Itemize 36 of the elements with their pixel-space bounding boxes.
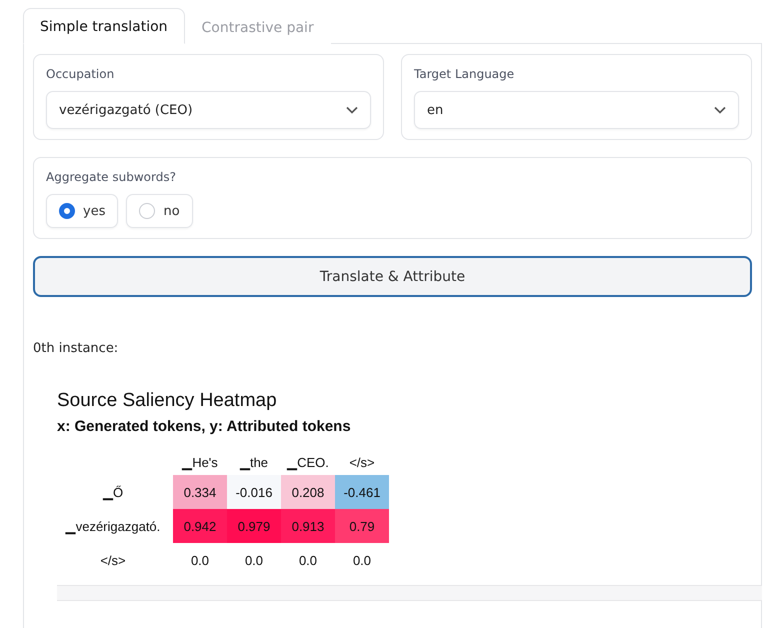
heatmap-cell-text: 0.0: [244, 552, 264, 570]
heatmap-cell: 0.208: [281, 475, 335, 509]
heatmap-cell: 0.334: [173, 475, 227, 509]
heatmap-cell: -0.016: [227, 475, 281, 509]
heatmap-cell: 0.942: [173, 509, 227, 543]
field-label: Target Language: [414, 67, 516, 81]
field-label: Occupation: [46, 67, 116, 81]
row-label: </s>: [99, 552, 127, 570]
column-header: ▁He's: [180, 454, 219, 472]
row-label: ▁Ő: [102, 484, 124, 502]
heatmap-subtitle: x: Generated tokens, y: Attributed tokens: [57, 418, 352, 435]
tab[interactable]: Simple translation: [23, 8, 185, 44]
chevron-down-icon: [714, 106, 726, 114]
column-header: ▁CEO.: [286, 454, 330, 472]
column-header: ▁the: [238, 454, 270, 472]
heatmap-cell: 0.913: [281, 509, 335, 543]
heatmap-title: Source Saliency Heatmap: [57, 390, 278, 412]
heatmap-cell-text: 0.0: [352, 552, 372, 570]
radio-group-label: Aggregate subwords?: [46, 170, 177, 184]
radio-option[interactable]: no: [126, 194, 193, 228]
translate-button[interactable]: Translate & Attribute: [33, 256, 752, 297]
heatmap-cell: 0.979: [227, 509, 281, 543]
row-label: ▁vezérigazgató.: [64, 518, 162, 536]
chevron-down-icon: [346, 106, 358, 114]
radio-label: yes: [83, 204, 106, 218]
radio-option[interactable]: yes: [46, 194, 118, 228]
column-header: </s>: [348, 454, 376, 472]
heatmap-cell: -0.461: [335, 475, 389, 509]
radio-label: no: [163, 204, 180, 218]
dropdown-field[interactable]: en: [414, 91, 739, 129]
dropdown-field[interactable]: vezérigazgató (CEO): [46, 91, 371, 129]
horizontal-scrollbar[interactable]: [57, 585, 762, 601]
instance-label: 0th instance:: [33, 341, 120, 356]
heatmap-cell-text: 0.0: [190, 552, 210, 570]
heatmap-cell-text: 0.0: [298, 552, 318, 570]
heatmap-cell: 0.79: [335, 509, 389, 543]
